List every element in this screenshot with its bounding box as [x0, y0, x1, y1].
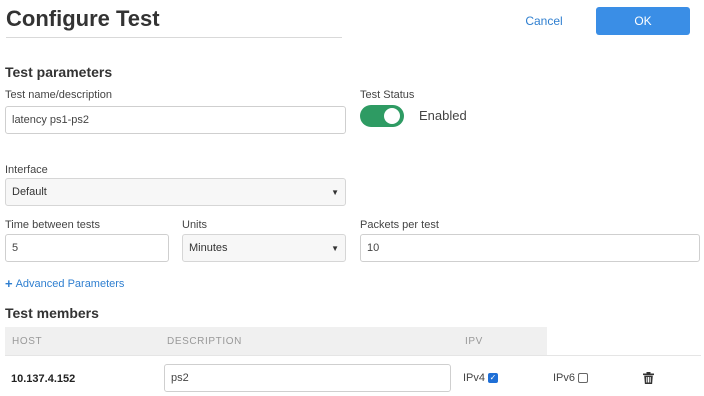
test-parameters-heading: Test parameters — [5, 64, 113, 80]
host-cell: 10.137.4.152 — [11, 373, 76, 385]
column-header-description: DESCRIPTION — [167, 336, 242, 347]
caret-down-icon: ▼ — [331, 243, 339, 253]
interface-label: Interface — [5, 164, 48, 176]
column-header-host: HOST — [12, 336, 43, 347]
table-divider — [5, 355, 701, 356]
test-name-input[interactable] — [5, 106, 346, 134]
ipv4-checkbox[interactable]: ✓ — [488, 373, 499, 383]
interface-select[interactable]: Default ▼ — [5, 178, 346, 206]
packets-per-test-input[interactable] — [360, 234, 700, 262]
advanced-parameters-label: Advanced Parameters — [15, 277, 125, 290]
member-description-input[interactable] — [164, 364, 451, 392]
test-members-heading: Test members — [5, 305, 99, 321]
ipv4-option[interactable]: IPv4 ✓ — [463, 372, 499, 384]
units-label: Units — [182, 219, 208, 231]
title-divider — [6, 37, 342, 38]
trash-icon[interactable] — [643, 372, 654, 384]
ipv6-label: IPv6 — [553, 372, 576, 384]
cancel-button[interactable]: Cancel — [512, 8, 576, 34]
ipv6-option[interactable]: IPv6 — [553, 372, 589, 384]
toggle-knob — [384, 108, 400, 124]
test-name-label: Test name/description — [5, 89, 112, 101]
time-between-tests-label: Time between tests — [5, 219, 100, 231]
interface-select-value: Default — [12, 186, 47, 198]
plus-icon: + — [5, 276, 13, 291]
time-between-tests-input[interactable] — [5, 234, 169, 262]
caret-down-icon: ▼ — [331, 187, 339, 197]
column-header-ipv: IPV — [465, 336, 483, 347]
test-status-label: Test Status — [360, 89, 415, 101]
units-select[interactable]: Minutes ▼ — [182, 234, 346, 262]
advanced-parameters-link[interactable]: + Advanced Parameters — [5, 276, 124, 291]
page-title: Configure Test — [6, 6, 160, 31]
ipv6-checkbox[interactable] — [578, 373, 589, 383]
test-status-text: Enabled — [419, 108, 467, 123]
ipv4-label: IPv4 — [463, 372, 486, 384]
test-status-toggle[interactable] — [360, 105, 404, 127]
ok-button[interactable]: OK — [596, 7, 690, 35]
units-select-value: Minutes — [189, 242, 228, 254]
packets-per-test-label: Packets per test — [360, 219, 439, 231]
